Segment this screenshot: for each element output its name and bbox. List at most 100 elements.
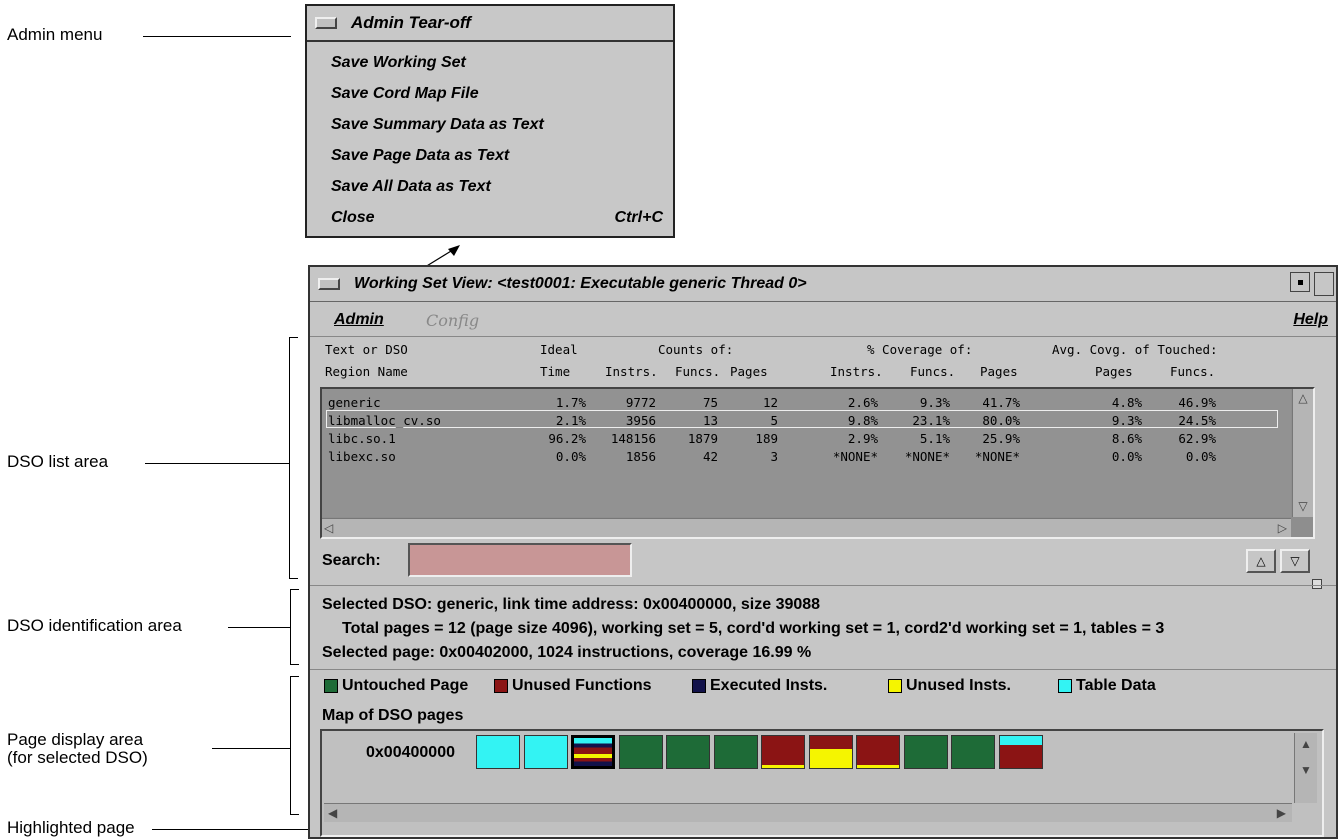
window-title: Working Set View: <test0001: Executable …	[354, 275, 807, 292]
scroll-right-icon[interactable]: ▷	[1278, 521, 1287, 535]
table-cell-ci: 2.9%	[847, 431, 878, 446]
scroll-up-icon[interactable]: △	[1295, 391, 1311, 405]
col-header-text-or-dso: Text or DSO	[325, 342, 408, 357]
minimize-icon[interactable]	[1290, 272, 1310, 292]
table-cell-af: 46.9%	[1178, 395, 1216, 410]
table-cell-cf: 5.1%	[919, 431, 950, 446]
legend-label: Unused Insts.	[906, 677, 1011, 694]
legend-unused-functions: Unused Functions	[494, 677, 692, 695]
callout-highlighted-page: Highlighted page	[7, 818, 135, 837]
callout-dso-list: DSO list area	[7, 452, 109, 471]
callout-line	[143, 36, 291, 37]
menu-item-save-page-data[interactable]: Save Page Data as Text	[331, 147, 509, 165]
scroll-left-icon[interactable]: ◁	[324, 521, 333, 535]
table-cell-pages: 189	[755, 431, 778, 446]
col-header-pages: Pages	[730, 364, 768, 379]
page-block-untouched[interactable]	[713, 735, 758, 769]
search-next-icon[interactable]: ▽	[1280, 549, 1310, 573]
legend-unused-insts: Unused Insts.	[888, 677, 1011, 695]
table-cell-cf: 23.1%	[912, 413, 950, 428]
divider	[310, 669, 1336, 670]
menu-item-save-summary[interactable]: Save Summary Data as Text	[331, 116, 544, 134]
scroll-up-icon[interactable]: ▲	[1298, 737, 1314, 751]
page-block-untouched[interactable]	[666, 735, 710, 769]
search-label: Search:	[322, 552, 381, 569]
scroll-down-icon[interactable]: ▼	[1298, 763, 1314, 777]
bracket-dso-list	[289, 337, 290, 579]
page-block-table[interactable]	[476, 735, 520, 769]
bracket-tick	[290, 589, 299, 590]
totals-info: Total pages = 12 (page size 4096), worki…	[342, 620, 1165, 637]
search-prev-icon[interactable]: △	[1246, 549, 1276, 573]
menu-item-close[interactable]: Close	[331, 209, 375, 227]
page-block-table[interactable]	[523, 735, 568, 769]
bracket-tick	[290, 814, 299, 815]
table-cell-cf: 9.3%	[919, 395, 950, 410]
col-header-avg-funcs: Funcs.	[1170, 364, 1216, 379]
callout-page-display: Page display area	[7, 730, 144, 749]
callout-line	[228, 627, 290, 628]
callout-page-display-sub: (for selected DSO)	[7, 748, 148, 767]
menu-config[interactable]: Config	[426, 311, 479, 330]
page-block-untouched[interactable]	[951, 735, 995, 769]
table-cell-name: libc.so.1	[328, 431, 396, 446]
window-title-bar: Working Set View: <test0001: Executable …	[310, 267, 1336, 302]
table-cell-time: 1.7%	[555, 395, 586, 410]
page-block-highlighted[interactable]	[571, 735, 615, 769]
table-cell-ap: 4.8%	[1111, 395, 1142, 410]
legend-label: Unused Functions	[512, 677, 652, 694]
menu-item-save-cord-map[interactable]: Save Cord Map File	[331, 85, 479, 103]
col-header-ideal: Ideal	[540, 342, 578, 357]
callout-dso-id: DSO identification area	[7, 616, 182, 635]
callout-line	[212, 748, 290, 749]
scroll-down-icon[interactable]: ▽	[1295, 499, 1311, 513]
table-cell-cf: *NONE*	[904, 449, 950, 464]
search-input[interactable]	[408, 543, 632, 577]
table-cell-ap: 9.3%	[1111, 413, 1142, 428]
page-block-mixed-yellow[interactable]	[808, 735, 853, 769]
table-cell-af: 24.5%	[1178, 413, 1216, 428]
page-block-untouched[interactable]	[903, 735, 948, 769]
menu-help[interactable]: Help	[1293, 311, 1328, 329]
legend-label: Untouched Page	[342, 677, 469, 694]
table-cell-time: 96.2%	[548, 431, 586, 446]
menu-item-save-working-set[interactable]: Save Working Set	[331, 54, 466, 72]
table-cell-ci: 2.6%	[847, 395, 878, 410]
maximize-icon[interactable]	[1314, 272, 1334, 296]
menu-admin[interactable]: Admin	[334, 311, 384, 329]
scroll-right-icon[interactable]: ▶	[1277, 806, 1286, 820]
bracket-dso-id	[290, 589, 291, 664]
page-map-vscrollbar[interactable]: ▲ ▼	[1294, 733, 1317, 803]
col-header-avg-covg: Avg. Covg. of Touched:	[1052, 342, 1218, 357]
col-header-coverage: % Coverage of:	[867, 342, 973, 357]
bracket-tick	[289, 337, 298, 338]
col-header-instrs: Instrs.	[605, 364, 658, 379]
page-block-untouched[interactable]	[618, 735, 663, 769]
table-cell-pages: 3	[770, 449, 778, 464]
table-cell-time: 2.1%	[555, 413, 586, 428]
table-cell-cp: 41.7%	[982, 395, 1020, 410]
table-cell-pages: 5	[770, 413, 778, 428]
window-menu-icon[interactable]	[315, 17, 337, 29]
bracket-tick	[290, 676, 299, 677]
legend-untouched: Untouched Page	[324, 677, 468, 695]
bracket-tick	[290, 664, 299, 665]
table-data-swatch	[1058, 679, 1072, 693]
dso-list-hscrollbar[interactable]: ◁ ▷	[322, 518, 1291, 537]
bracket-tick	[289, 578, 298, 579]
scroll-left-icon[interactable]: ◀	[328, 806, 337, 820]
col-header-region-name: Region Name	[325, 364, 408, 379]
page-map-hscrollbar[interactable]: ◀ ▶	[324, 803, 1292, 822]
page-block-table-top[interactable]	[998, 735, 1043, 769]
table-cell-ci: *NONE*	[832, 449, 878, 464]
dso-list-vscrollbar[interactable]: △ ▽	[1292, 389, 1313, 517]
legend-executed: Executed Insts.	[692, 677, 827, 695]
page-block-unused-func[interactable]	[856, 735, 900, 769]
unused-functions-swatch	[494, 679, 508, 693]
window-menu-icon[interactable]	[318, 278, 340, 290]
sash-handle-icon[interactable]	[1312, 579, 1322, 589]
menu-item-save-all-data[interactable]: Save All Data as Text	[331, 178, 491, 196]
legend-label: Executed Insts.	[710, 677, 828, 694]
close-shortcut: Ctrl+C	[614, 209, 663, 226]
page-block-unused-func[interactable]	[761, 735, 805, 769]
